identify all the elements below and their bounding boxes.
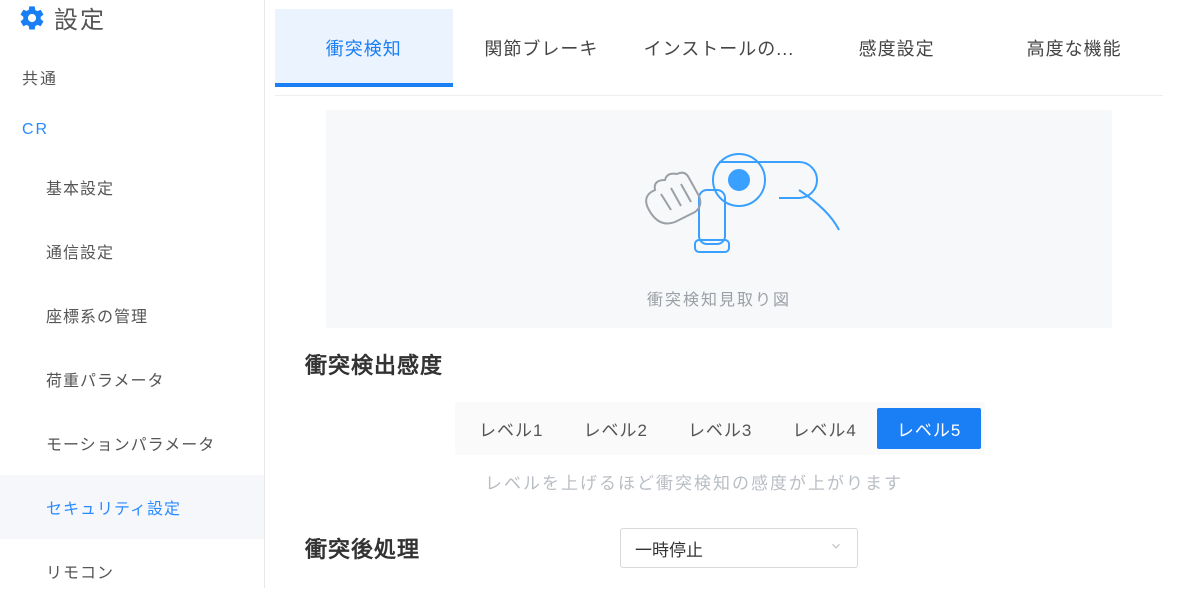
sidebar-item-motion[interactable]: モーションパラメータ [0, 411, 264, 475]
tab-collision[interactable]: 衝突検知 [275, 9, 453, 87]
tabs: 衝突検知 関節ブレーキ インストールの... 感度設定 高度な機能 [275, 0, 1163, 96]
post-collision-title: 衝突後処理 [305, 532, 420, 564]
sensitivity-title: 衝突検出感度 [305, 348, 1163, 380]
post-collision-select[interactable]: 一時停止 [620, 528, 858, 568]
sidebar-item-load[interactable]: 荷重パラメータ [0, 347, 264, 411]
tab-sensitivity[interactable]: 感度設定 [808, 9, 986, 87]
sidebar-category-common[interactable]: 共通 [0, 49, 264, 105]
sidebar-item-coord[interactable]: 座標系の管理 [0, 283, 264, 347]
sidebar-header: 設定 [0, 0, 264, 49]
tab-brake[interactable]: 関節ブレーキ [453, 9, 631, 87]
collision-diagram: 衝突検知見取り図 [326, 110, 1112, 328]
diagram-caption: 衝突検知見取り図 [647, 286, 791, 310]
tab-install[interactable]: インストールの... [630, 9, 808, 87]
sidebar-nav: 基本設定 通信設定 座標系の管理 荷重パラメータ モーションパラメータ セキュリ… [0, 155, 264, 603]
sidebar-category-cr[interactable]: CR [0, 105, 264, 155]
select-value: 一時停止 [635, 536, 703, 561]
sidebar-item-basic[interactable]: 基本設定 [0, 155, 264, 219]
level-4[interactable]: レベル4 [772, 408, 876, 449]
level-5[interactable]: レベル5 [877, 408, 981, 449]
sidebar-item-security[interactable]: セキュリティ設定 [0, 475, 264, 539]
level-2[interactable]: レベル2 [563, 408, 667, 449]
level-3[interactable]: レベル3 [668, 408, 772, 449]
level-selector: レベル1 レベル2 レベル3 レベル4 レベル5 [455, 402, 985, 455]
main: 衝突検知 関節ブレーキ インストールの... 感度設定 高度な機能 [265, 0, 1193, 588]
sensitivity-section: 衝突検出感度 レベル1 レベル2 レベル3 レベル4 レベル5 レベルを上げるほ… [305, 348, 1163, 494]
chevron-down-icon [829, 538, 843, 558]
sidebar-item-remote[interactable]: リモコン [0, 539, 264, 603]
tab-advanced[interactable]: 高度な機能 [985, 9, 1163, 87]
robot-arm-illustration [589, 120, 849, 280]
sidebar: 設定 共通 CR 基本設定 通信設定 座標系の管理 荷重パラメータ モーションパ… [0, 0, 265, 588]
post-collision-row: 衝突後処理 一時停止 [305, 528, 1163, 568]
level-1[interactable]: レベル1 [459, 408, 563, 449]
sidebar-item-comm[interactable]: 通信設定 [0, 219, 264, 283]
sidebar-title: 設定 [54, 0, 106, 35]
sensitivity-hint: レベルを上げるほど衝突検知の感度が上がります [485, 469, 1163, 494]
gear-icon [18, 4, 46, 32]
